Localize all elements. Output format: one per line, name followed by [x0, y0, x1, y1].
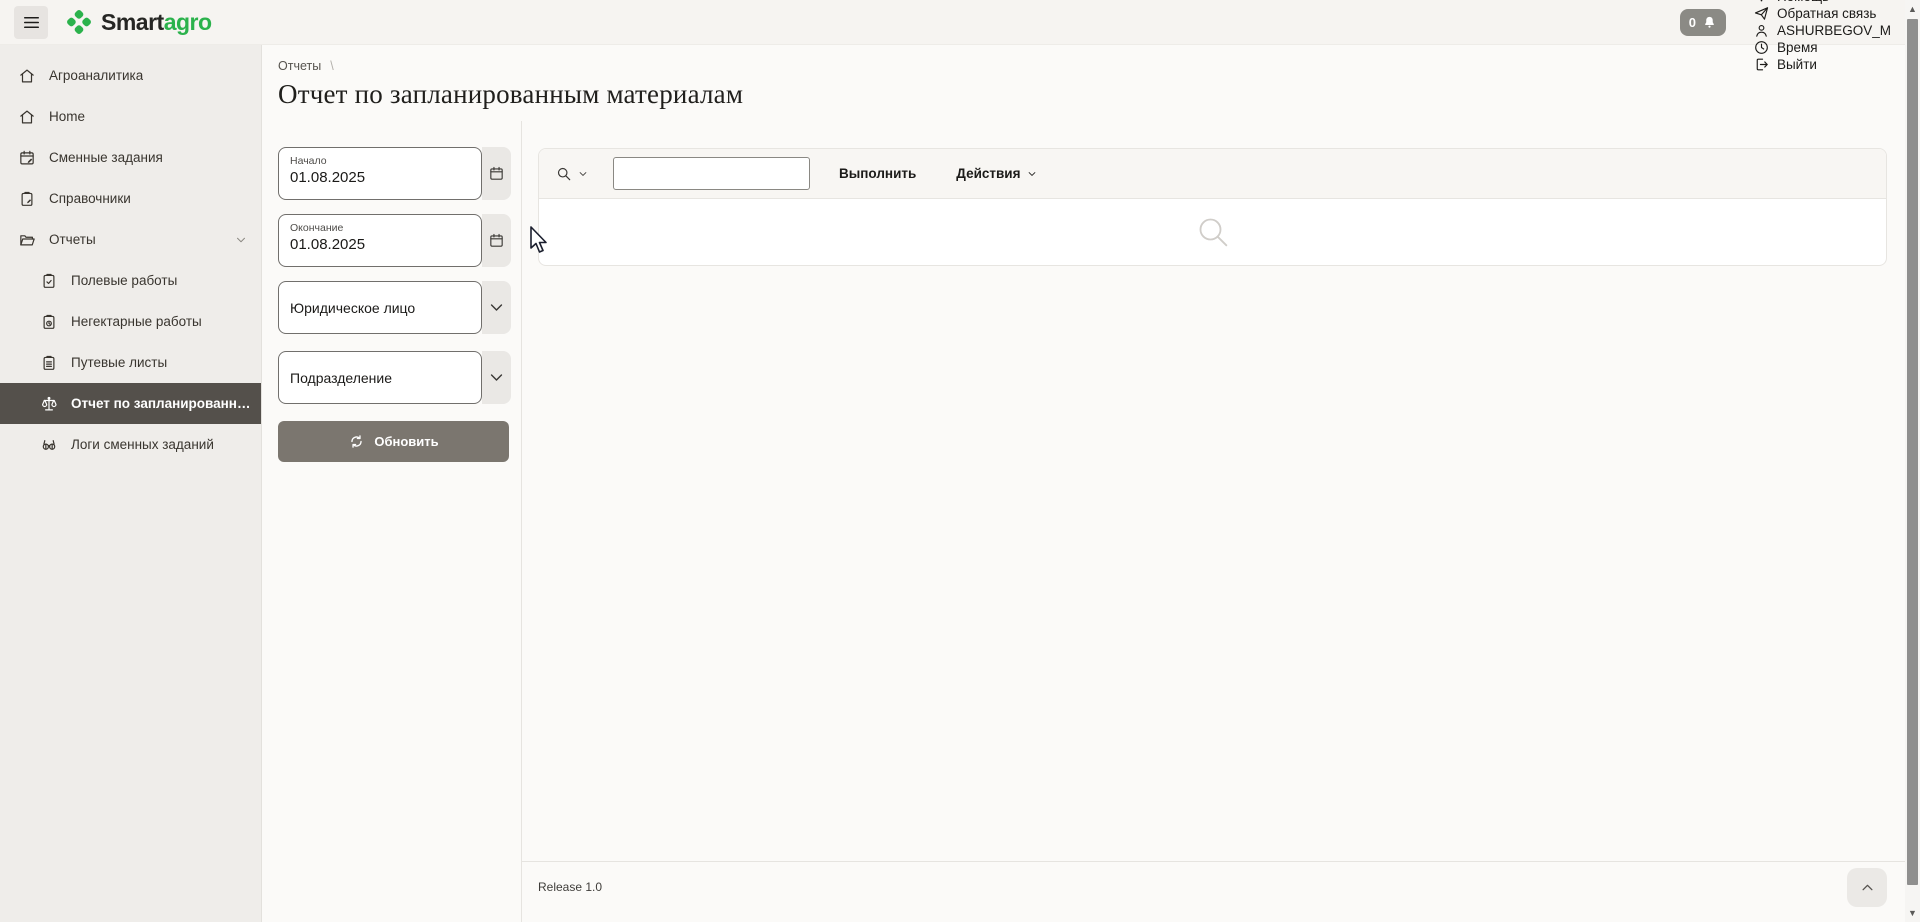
clipboard-clock-icon	[40, 313, 58, 331]
content-row: Начало 01.08.2025 Окончание 01.08.2025 Ю…	[262, 121, 1905, 922]
topbar-actions: 0 Организация Помощь Обратн	[1680, 0, 1891, 73]
breadcrumb-separator: \	[330, 59, 333, 73]
header-block: Отчеты \ Отчет по запланированным матери…	[262, 45, 1905, 121]
logout-icon	[1753, 56, 1770, 73]
hamburger-icon	[22, 13, 41, 32]
sidebar-item[interactable]: Отчеты	[0, 219, 261, 260]
bell-icon	[1702, 15, 1717, 30]
refresh-button[interactable]: Обновить	[278, 421, 509, 462]
calendar-icon	[488, 165, 505, 182]
breadcrumb: Отчеты \	[278, 59, 1905, 73]
scales-icon	[40, 395, 58, 413]
chevron-down-icon	[1836, 0, 1847, 2]
topbar-menu: Организация Помощь Обратная связь	[1753, 0, 1891, 73]
end-date-input[interactable]: Окончание 01.08.2025	[278, 214, 482, 267]
end-date-value: 01.08.2025	[290, 236, 471, 253]
paper-plane-icon	[1753, 5, 1770, 22]
report-search-input[interactable]	[613, 157, 810, 190]
clipboard-list-icon	[40, 354, 58, 372]
calendar-icon	[488, 232, 505, 249]
search-ghost-icon	[1193, 212, 1233, 252]
home-icon	[18, 108, 36, 126]
interactive-report-card: Выполнить Действия	[538, 148, 1887, 266]
footer: Release 1.0	[522, 861, 1905, 922]
sidebar-item[interactable]: Отчет по запланированным ...	[0, 383, 261, 424]
topbar-menu-item[interactable]: Выйти	[1753, 56, 1891, 73]
chevron-down-icon	[235, 234, 247, 246]
main-area: Отчеты \ Отчет по запланированным матери…	[262, 45, 1905, 922]
report-panel: Выполнить Действия Release 1.0	[521, 121, 1905, 922]
report-toolbar: Выполнить Действия	[539, 149, 1886, 199]
sidebar-item[interactable]: Справочники	[0, 178, 261, 219]
sidebar-item[interactable]: Путевые листы	[0, 342, 261, 383]
division-select[interactable]: Подразделение	[278, 351, 482, 404]
search-icon	[555, 165, 573, 183]
sidebar-item[interactable]: Негектарные работы	[0, 301, 261, 342]
sidebar-items: Агроаналитика Home Сменные задания Справ…	[0, 55, 261, 465]
topbar-menu-item[interactable]: ASHURBEGOV_M	[1753, 22, 1891, 39]
end-date-field: Окончание 01.08.2025	[278, 214, 521, 267]
page-title: Отчет по запланированным материалам	[278, 79, 1905, 110]
notification-count: 0	[1689, 15, 1696, 30]
start-date-field: Начало 01.08.2025	[278, 147, 521, 200]
scrollbar-down-arrow[interactable]: ▼	[1905, 905, 1920, 921]
notifications-button[interactable]: 0	[1680, 9, 1726, 36]
start-date-value: 01.08.2025	[290, 169, 471, 186]
clock-icon	[1753, 39, 1770, 56]
breadcrumb-item[interactable]: Отчеты	[278, 59, 321, 73]
sidebar-nav: Агроаналитика Home Сменные задания Справ…	[0, 45, 262, 922]
home-icon	[18, 67, 36, 85]
legal-entity-select[interactable]: Юридическое лицо	[278, 281, 482, 334]
chevron-down-icon	[488, 369, 505, 386]
division-field: Подразделение	[278, 351, 521, 404]
clipboard-edit-icon	[18, 190, 36, 208]
app-logo[interactable]: Smartagro	[64, 7, 212, 37]
scrollbar-up-arrow[interactable]: ▲	[1905, 1, 1920, 17]
hamburger-menu-button[interactable]	[14, 6, 48, 39]
sidebar-item[interactable]: Логи сменных заданий	[0, 424, 261, 465]
search-column-selector[interactable]	[555, 165, 588, 183]
chevron-up-icon	[1860, 880, 1875, 895]
chevron-down-icon	[1027, 169, 1037, 179]
start-date-input[interactable]: Начало 01.08.2025	[278, 147, 482, 200]
chevron-down-icon	[578, 169, 588, 179]
release-label: Release 1.0	[538, 880, 602, 894]
app-logo-text: Smartagro	[101, 9, 212, 36]
sidebar-item[interactable]: Агроаналитика	[0, 55, 261, 96]
topbar: Smartagro 0 Организация Помощь	[0, 0, 1905, 45]
legal-entity-field: Юридическое лицо	[278, 281, 521, 334]
end-date-picker-button[interactable]	[482, 214, 511, 267]
filters-panel: Начало 01.08.2025 Окончание 01.08.2025 Ю…	[262, 121, 521, 922]
vertical-scrollbar[interactable]: ▲ ▼	[1905, 0, 1920, 922]
topbar-menu-item[interactable]: Время	[1753, 39, 1891, 56]
binoculars-icon	[40, 436, 58, 454]
clipboard-check-icon	[40, 272, 58, 290]
start-date-label: Начало	[290, 155, 471, 167]
smartagro-logo-icon	[64, 7, 94, 37]
chevron-down-icon	[488, 299, 505, 316]
division-dropdown-button[interactable]	[482, 351, 511, 404]
topbar-menu-item[interactable]: Обратная связь	[1753, 5, 1891, 22]
sidebar-item[interactable]: Полевые работы	[0, 260, 261, 301]
calendar-edit-icon	[18, 149, 36, 167]
scrollbar-thumb[interactable]	[1907, 19, 1918, 885]
folder-open-icon	[18, 231, 36, 249]
sidebar-item[interactable]: Home	[0, 96, 261, 137]
start-date-picker-button[interactable]	[482, 147, 511, 200]
end-date-label: Окончание	[290, 222, 471, 234]
report-empty-state	[539, 199, 1886, 265]
legal-entity-dropdown-button[interactable]	[482, 281, 511, 334]
scroll-to-top-button[interactable]	[1847, 868, 1887, 907]
user-icon	[1753, 22, 1770, 39]
actions-menu-button[interactable]: Действия	[956, 166, 1037, 181]
execute-button[interactable]: Выполнить	[827, 158, 928, 189]
sidebar-item[interactable]: Сменные задания	[0, 137, 261, 178]
refresh-icon	[348, 433, 365, 450]
